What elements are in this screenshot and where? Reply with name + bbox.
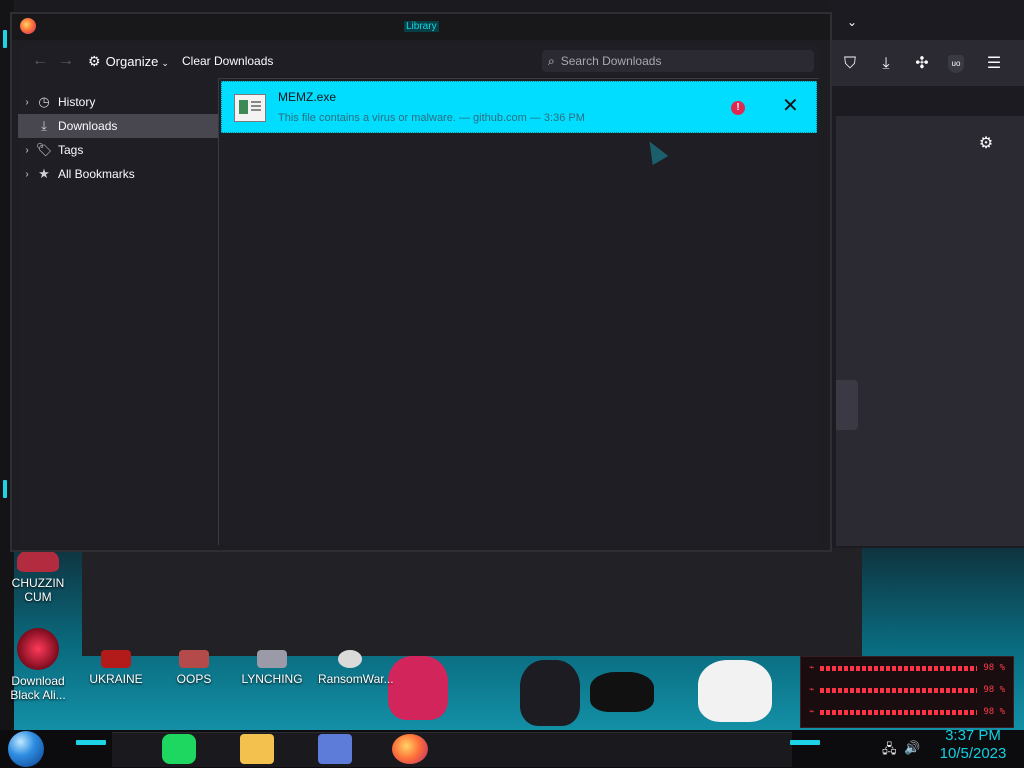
sidebar-item-label: Downloads <box>58 119 118 133</box>
clock-icon: ◷ <box>38 94 50 109</box>
menu-icon[interactable]: ☰ <box>984 54 1004 74</box>
browser-content <box>836 116 1024 546</box>
clock-time: 3:37 PM <box>945 727 1001 744</box>
card-app-icon[interactable] <box>318 734 352 764</box>
wallpaper-figure <box>590 672 654 712</box>
wallpaper-panel <box>82 548 862 656</box>
settings-gear-icon[interactable]: ⚙ <box>976 134 996 154</box>
taskbar-light <box>790 740 820 745</box>
download-item[interactable]: MEMZ.exe This file contains a virus or m… <box>221 81 817 133</box>
taskbar-light <box>76 740 106 745</box>
library-toolbar: ← → ⚙ Organize ⌄ Clear Downloads ⌕ Search … <box>18 44 820 78</box>
pocket-icon[interactable]: ⛉ <box>840 54 860 74</box>
chevron-right-icon[interactable]: › <box>20 169 34 180</box>
library-sidebar: › ◷ History ⤓ Downloads › 🏷 Tags › ★ All… <box>18 78 218 544</box>
firefox-icon <box>20 18 36 34</box>
virus-orb-icon <box>17 628 59 670</box>
back-arrow-icon[interactable]: ← <box>32 52 48 70</box>
volume-icon[interactable]: 🔊 <box>904 740 920 756</box>
organize-button[interactable]: ⚙ Organize ⌄ <box>88 53 169 70</box>
sidebar-item-label: All Bookmarks <box>58 167 135 181</box>
spotify-app-icon[interactable] <box>162 734 196 764</box>
oops-icon <box>179 650 209 668</box>
search-input[interactable]: ⌕ Search Downloads <box>542 50 814 72</box>
chevron-down-icon[interactable]: ⌄ <box>842 12 862 32</box>
hud-row: ⌁ 98 % <box>809 663 1005 673</box>
forward-arrow-icon[interactable]: → <box>58 52 74 70</box>
sidebar-item-downloads[interactable]: ⤓ Downloads <box>18 114 218 138</box>
hud-widget: ⌁ 98 % ⌁ 98 % ⌁ 98 % <box>800 656 1014 728</box>
ublock-icon[interactable]: uo <box>948 55 964 73</box>
tag-icon: 🏷 <box>35 142 53 157</box>
clear-downloads-button[interactable]: Clear Downloads <box>182 54 273 68</box>
file-icon <box>234 94 266 122</box>
rail-light <box>3 30 7 48</box>
warning-icon: ! <box>731 101 745 115</box>
start-button[interactable] <box>8 731 44 767</box>
rail-light <box>3 480 7 498</box>
taskbar-clock[interactable]: 3:37 PM 10/5/2023 <box>928 727 1018 763</box>
taskbar-dock <box>112 732 792 767</box>
wallpaper-figure <box>698 660 772 722</box>
chevron-down-icon: ⌄ <box>161 58 169 68</box>
window-title: Library <box>404 21 439 32</box>
network-icon[interactable]: 🖧 <box>882 740 897 762</box>
sidebar-item-tags[interactable]: › 🏷 Tags <box>18 138 218 162</box>
download-filename: MEMZ.exe <box>278 90 337 104</box>
download-icon: ⤓ <box>41 118 47 133</box>
desktop-icon-ransomware[interactable]: RansomWar... <box>318 650 394 686</box>
desktop-icon-chuzzin[interactable]: CHUZZIN CUM <box>6 548 70 604</box>
chevron-right-icon[interactable]: › <box>20 145 34 156</box>
library-window: Library ← → ⚙ Organize ⌄ Clear Downloads ⌕… <box>10 12 832 552</box>
sidebar-item-all-bookmarks[interactable]: › ★ All Bookmarks <box>18 162 218 186</box>
wallpaper-figure <box>388 656 448 720</box>
gear-icon: ⚙ <box>88 53 101 69</box>
hud-row: ⌁ 98 % <box>809 685 1005 695</box>
sidebar-item-label: Tags <box>58 143 84 157</box>
desktop-icon-download-black[interactable]: Download Black Ali... <box>6 628 70 702</box>
title-bar[interactable]: Library <box>12 14 830 40</box>
file-explorer-icon[interactable] <box>240 734 274 764</box>
lynching-icon <box>257 650 287 668</box>
wallpaper-figure <box>520 660 580 726</box>
clock-date: 10/5/2023 <box>939 745 1007 762</box>
ransomware-icon <box>338 650 362 668</box>
chevron-right-icon[interactable]: › <box>20 97 34 108</box>
desktop-icon-ukraine[interactable]: UKRAINE <box>84 650 148 686</box>
search-placeholder: Search Downloads <box>560 54 662 68</box>
download-status: This file contains a virus or malware. —… <box>278 112 585 124</box>
sidebar-item-label: History <box>58 95 96 109</box>
search-icon: ⌕ <box>548 53 555 68</box>
star-icon: ★ <box>38 166 50 181</box>
extensions-icon[interactable]: ✣ <box>912 54 932 74</box>
sidebar-item-history[interactable]: › ◷ History <box>18 90 218 114</box>
close-icon[interactable]: ✕ <box>782 96 799 116</box>
ukraine-icon <box>101 650 131 668</box>
desktop-icon-lynching[interactable]: LYNCHING <box>240 650 304 686</box>
scrollbar[interactable] <box>836 380 858 430</box>
desktop-icon-oops[interactable]: OOPS <box>162 650 226 686</box>
downloads-icon[interactable]: ⤓ <box>876 54 896 74</box>
hud-row: ⌁ 98 % <box>809 707 1005 717</box>
downloads-list: MEMZ.exe This file contains a virus or m… <box>218 78 819 545</box>
firefox-taskbar-icon[interactable] <box>392 734 428 764</box>
